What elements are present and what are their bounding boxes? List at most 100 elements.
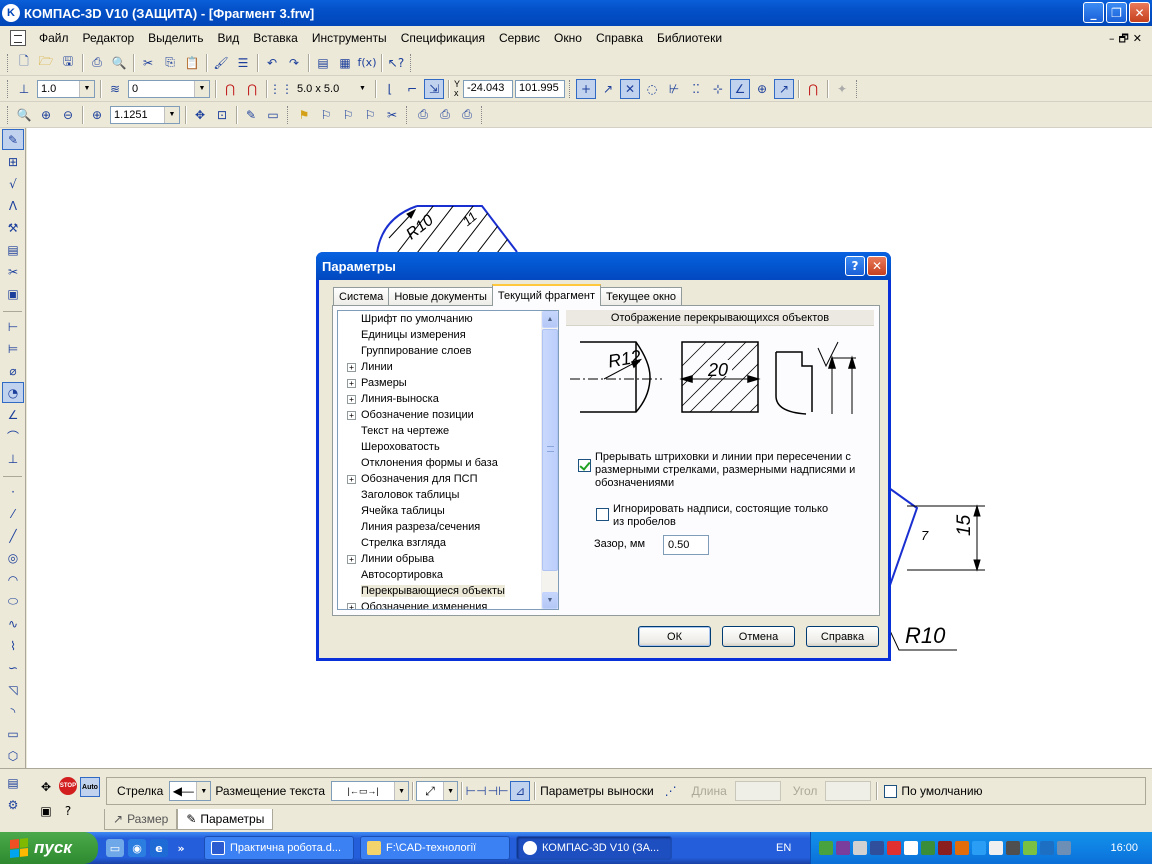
tray-app-icon[interactable] — [972, 841, 986, 855]
drawing-label-dim-15[interactable]: 15 — [954, 514, 975, 536]
arc-dimension-icon[interactable]: ⌒ — [2, 426, 24, 447]
menu-tools[interactable]: Инструменты — [305, 31, 394, 45]
tab-current-fragment[interactable]: Текущий фрагмент — [491, 284, 602, 306]
paste-icon[interactable]: 📋 — [182, 53, 202, 73]
snap-magnet-icon[interactable]: ⋂ — [803, 79, 823, 99]
snap-point-on-curve-icon[interactable]: ↗ — [774, 78, 795, 99]
tree-item[interactable]: Линия разреза/сечения — [338, 519, 558, 535]
panel-settings-icon[interactable]: ⚙ — [2, 794, 24, 815]
help-button[interactable]: Справка — [806, 626, 879, 647]
chevron-down-icon[interactable]: ▼ — [164, 106, 179, 123]
open-folder-icon[interactable]: 🗁 — [36, 53, 56, 73]
expand-plus-icon[interactable]: + — [347, 362, 356, 372]
scroll-up-icon[interactable]: ▲ — [542, 311, 558, 328]
tray-app-icon[interactable] — [955, 841, 969, 855]
place-insert-icon[interactable]: ⚑ — [294, 105, 314, 125]
zoom-all-icon[interactable]: ⊡ — [212, 105, 232, 125]
tree-item[interactable]: Единицы измерения — [338, 327, 558, 343]
tab-current-window[interactable]: Текущее окно — [600, 287, 683, 306]
parametrization-panel-icon[interactable]: ⚒ — [2, 217, 24, 238]
show-desktop-icon[interactable]: ▭ — [106, 839, 124, 857]
grid-icon[interactable]: ⋮⋮ — [269, 79, 293, 99]
cursor-x-field[interactable]: -24.043 — [463, 79, 514, 98]
snap-nearest-icon[interactable]: ↗ — [598, 79, 618, 99]
tree-item[interactable]: Перекрывающиеся объекты — [338, 583, 558, 599]
menu-editor[interactable]: Редактор — [76, 31, 142, 45]
tray-app-icon[interactable] — [887, 841, 901, 855]
chevron-down-icon[interactable]: ▼ — [196, 782, 211, 800]
snap-grid-icon[interactable]: ⁚⁚ — [686, 79, 706, 99]
tray-settings-icon[interactable] — [819, 841, 833, 855]
ignore-spaces-checkbox[interactable] — [596, 508, 609, 521]
bezier-icon[interactable]: ∽ — [2, 657, 24, 678]
tree-item[interactable]: Шероховатость — [338, 439, 558, 455]
close-button[interactable]: ✕ — [1129, 2, 1150, 23]
tree-item[interactable]: Стрелка взгляда — [338, 535, 558, 551]
tab-size[interactable]: ↗ Размер — [104, 809, 178, 830]
chevron-down-icon[interactable]: ▼ — [443, 782, 458, 800]
taskbar-item-word[interactable]: Практична робота.d... — [204, 836, 354, 860]
menu-select[interactable]: Выделить — [141, 31, 210, 45]
taskbar-item-folder[interactable]: F:\CAD-технології — [360, 836, 510, 860]
ellipse-icon[interactable]: ⬭ — [2, 591, 24, 612]
tree-item[interactable]: Отклонения формы и база — [338, 455, 558, 471]
leader-params-icon[interactable]: ⋰ — [661, 781, 681, 801]
magnet-icon[interactable]: ⋂ — [220, 79, 240, 99]
rectangle-icon[interactable]: ▭ — [2, 723, 24, 744]
snap-normal-icon[interactable]: ⊬ — [664, 79, 684, 99]
redo-icon[interactable]: ↷ — [284, 53, 304, 73]
toolbar-end-grip[interactable] — [856, 79, 859, 98]
tree-item[interactable]: + Линии обрыва — [338, 551, 558, 567]
menu-service[interactable]: Сервис — [492, 31, 547, 45]
help-icon[interactable]: ▣ — [36, 801, 56, 821]
chevron-down-icon[interactable]: ▼ — [194, 80, 209, 97]
gap-input[interactable] — [663, 535, 709, 555]
spec-panel-icon[interactable]: ▣ — [2, 283, 24, 304]
internet-explorer-icon[interactable]: e — [150, 839, 168, 857]
linear-chain-icon[interactable]: ⊨ — [2, 338, 24, 359]
copy-icon[interactable]: ⎘ — [160, 53, 180, 73]
menu-specification[interactable]: Спецификация — [394, 31, 492, 45]
variables-icon[interactable]: f(x) — [357, 53, 377, 73]
panel-toggle-icon[interactable]: ▤ — [2, 772, 24, 793]
pan-icon[interactable]: ✥ — [190, 105, 210, 125]
tray-app-icon[interactable] — [836, 841, 850, 855]
export-icon[interactable]: ⎙ — [435, 105, 455, 125]
minimize-button[interactable]: _ — [1083, 2, 1104, 23]
line-scale-combo[interactable]: 1.0 ▼ — [37, 79, 95, 98]
mdi-window-controls[interactable]: –🗗✕ — [1109, 30, 1146, 49]
zoom-window-icon[interactable]: 🔍 — [14, 105, 34, 125]
insert-fragment-icon[interactable]: ⚐ — [316, 105, 336, 125]
measure-panel-icon[interactable]: ▤ — [2, 239, 24, 260]
circle-icon[interactable]: ◎ — [2, 547, 24, 568]
tree-scrollbar[interactable]: ▲ ▼ — [541, 311, 558, 609]
expand-plus-icon[interactable]: + — [347, 554, 356, 564]
tray-volume-icon[interactable] — [1040, 841, 1054, 855]
snap-tangent-icon[interactable]: ◌ — [642, 79, 662, 99]
height-dimension-icon[interactable]: ⊥ — [2, 448, 24, 469]
tree-item[interactable]: + Размеры — [338, 375, 558, 391]
tree-item[interactable]: Ячейка таблицы — [338, 503, 558, 519]
ortho-mode-icon[interactable]: ⌊ — [380, 79, 400, 99]
tray-flag-icon[interactable] — [904, 841, 918, 855]
toolbar-grip[interactable] — [7, 105, 10, 124]
media-player-icon[interactable]: ◉ — [128, 839, 146, 857]
polygon-icon[interactable]: ⬡ — [2, 745, 24, 766]
toolbar-end-grip[interactable] — [481, 105, 484, 124]
polyline-icon[interactable]: ⌇ — [2, 635, 24, 656]
snap-endpoint-icon[interactable]: + — [576, 78, 597, 99]
segment-icon[interactable]: ╱ — [2, 525, 24, 546]
dialog-title-bar[interactable]: Параметры ? ✕ — [316, 252, 891, 280]
context-help-icon[interactable]: ? — [58, 801, 78, 821]
snap-more-icon[interactable]: ✦ — [832, 79, 852, 99]
manager-icon[interactable]: ▤ — [313, 53, 333, 73]
dim-text-inside-icon[interactable]: ⊢⊣ — [466, 781, 487, 801]
dialog-close-button[interactable]: ✕ — [867, 256, 887, 276]
text-placement-combo[interactable]: |←▭→| ▼ — [331, 781, 410, 801]
tray-network-icon[interactable] — [1023, 841, 1037, 855]
snap-intersection-icon[interactable]: ✕ — [620, 78, 641, 99]
print-setup-icon[interactable]: ⎙ — [413, 105, 433, 125]
undo-icon[interactable]: ↶ — [262, 53, 282, 73]
tab-system[interactable]: Система — [333, 287, 390, 306]
tree-item[interactable]: + Обозначение позиции — [338, 407, 558, 423]
